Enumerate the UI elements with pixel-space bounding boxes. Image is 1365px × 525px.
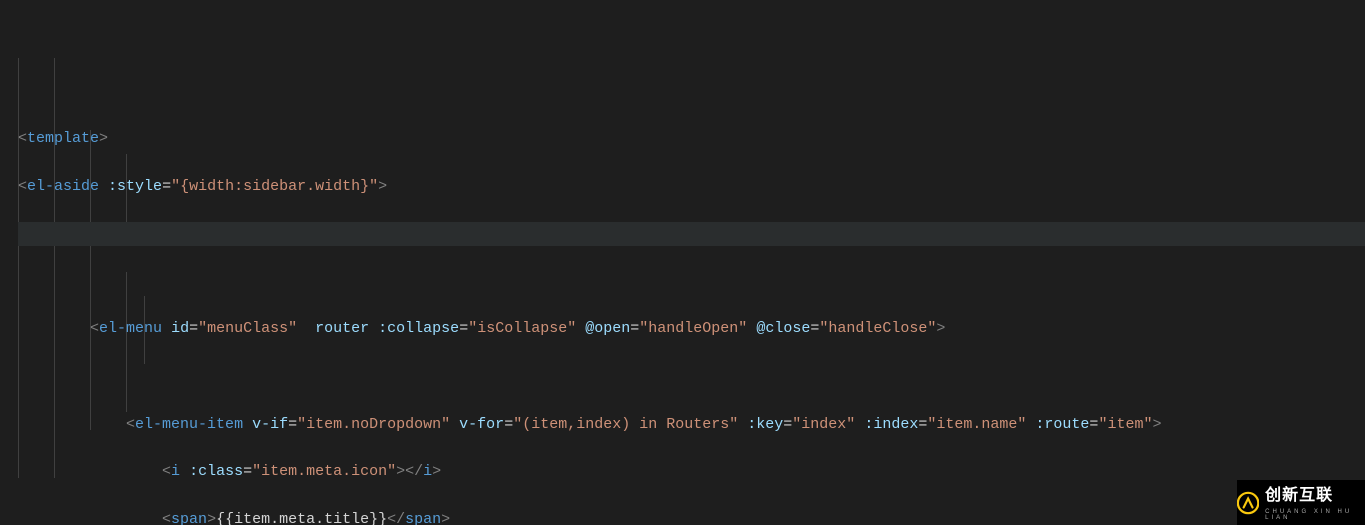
code-line: <el-menu id="menuClass" router :collapse… (18, 317, 1365, 341)
code-line: <el-menu-item v-if="item.noDropdown" v-f… (18, 413, 1365, 437)
code-line: <el-aside :style="{width:sidebar.width}"… (18, 175, 1365, 199)
code-line: <template> (18, 127, 1365, 151)
code-content: <template> <el-aside :style="{width:side… (18, 103, 1365, 525)
code-editor[interactable]: <template> <el-aside :style="{width:side… (0, 0, 1365, 525)
code-line: <span>{{item.meta.title}}</span> (18, 508, 1365, 525)
code-line (18, 270, 1365, 294)
code-line-active (18, 222, 1365, 246)
code-line (18, 365, 1365, 389)
code-line: <i :class="item.meta.icon"></i> (18, 460, 1365, 484)
